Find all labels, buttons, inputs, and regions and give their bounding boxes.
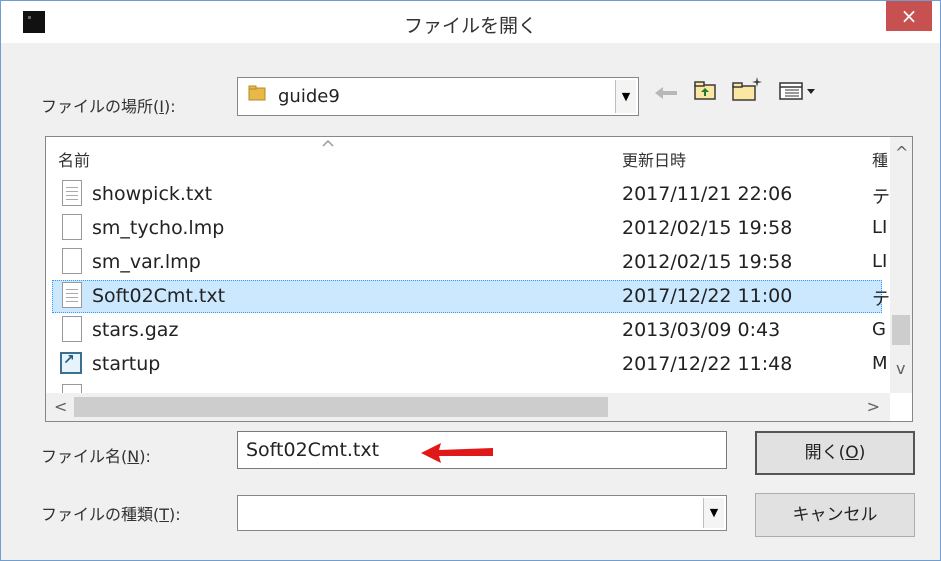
filename-label-end: ): <box>139 447 151 466</box>
filetype-label-end: ): <box>169 505 181 524</box>
location-label-text: ファイルの場所( <box>41 97 160 116</box>
file-modified: 2012/02/15 19:58 <box>622 217 793 239</box>
filename-label: ファイル名(N): <box>41 443 151 467</box>
file-row[interactable]: startup 2017/12/22 11:48 M <box>46 348 888 381</box>
file-icon <box>62 316 82 342</box>
file-row[interactable]: sm_tycho.lmp 2012/02/15 19:58 LI <box>46 212 888 245</box>
file-row-selected[interactable]: Soft02Cmt.txt 2017/12/22 11:00 テ <box>52 280 890 313</box>
file-type: M <box>872 353 888 374</box>
file-modified: 2013/03/09 0:43 <box>622 319 781 341</box>
location-value: guide9 <box>278 86 340 107</box>
file-type: テ <box>872 289 890 310</box>
file-modified: 2012/02/15 19:58 <box>622 251 793 273</box>
open-button-accel: O <box>845 443 859 463</box>
cancel-button[interactable]: キャンセル <box>755 493 915 537</box>
location-combobox[interactable]: guide9 ▼ <box>237 77 639 116</box>
file-name: startup <box>92 353 161 375</box>
scroll-right-button[interactable]: > <box>867 397 880 416</box>
filename-accel: N <box>127 447 140 466</box>
location-label-end: ): <box>163 97 176 116</box>
view-menu-icon[interactable] <box>779 81 821 101</box>
file-row[interactable]: stars.gaz 2013/03/09 0:43 G <box>46 314 886 347</box>
file-modified: 2017/11/21 22:06 <box>622 183 793 205</box>
open-button-label-end: ) <box>858 443 866 463</box>
text-file-icon <box>62 180 82 206</box>
text-file-icon <box>62 282 82 308</box>
file-type: LI <box>872 251 888 272</box>
folder-icon <box>248 85 266 101</box>
scroll-up-button[interactable]: ^ <box>895 143 908 162</box>
file-type: テ <box>872 187 890 208</box>
close-button[interactable]: × <box>886 1 932 31</box>
file-modified: 2017/12/22 11:00 <box>622 285 793 307</box>
annotation-arrow-icon <box>421 443 493 463</box>
open-button-label: 開く( <box>804 443 846 463</box>
dialog-title: ファイルを開く <box>403 15 537 37</box>
filetype-label-text: ファイルの種類( <box>41 505 160 524</box>
back-arrow-icon[interactable] <box>653 85 679 101</box>
open-button[interactable]: 開く(O) <box>755 431 915 475</box>
horizontal-scroll-thumb[interactable] <box>74 397 608 417</box>
up-folder-icon[interactable] <box>693 79 717 101</box>
filetype-accel: T <box>159 505 170 524</box>
file-name: stars.gaz <box>92 319 179 341</box>
location-dropdown-button[interactable]: ▼ <box>615 80 636 113</box>
horizontal-scrollbar[interactable]: < > <box>46 393 890 421</box>
vertical-scrollbar[interactable]: ^ v <box>890 137 912 393</box>
file-name: Soft02Cmt.txt <box>92 285 226 307</box>
column-header: 名前 更新日時 種 <box>46 137 912 177</box>
shortcut-icon <box>60 352 82 374</box>
open-file-dialog: ファイルを開く × ファイルの場所(I): guide9 ▼ 名前 更新日時 種… <box>0 0 941 561</box>
file-icon <box>62 248 82 274</box>
sort-ascending-icon <box>322 139 334 147</box>
file-name: sm_var.lmp <box>92 251 201 273</box>
file-type: LI <box>872 217 888 238</box>
file-icon <box>62 214 82 240</box>
file-list[interactable]: 名前 更新日時 種 showpick.txt 2017/11/21 22:06 … <box>45 136 913 422</box>
file-row[interactable]: sm_var.lmp 2012/02/15 19:58 LI <box>46 246 888 279</box>
file-row[interactable]: showpick.txt 2017/11/21 22:06 テ <box>46 178 890 211</box>
location-label: ファイルの場所(I): <box>41 93 176 117</box>
column-type[interactable]: 種 <box>872 147 888 171</box>
file-type: G <box>872 319 886 340</box>
file-modified: 2017/12/22 11:48 <box>622 353 793 375</box>
file-name: showpick.txt <box>92 183 213 205</box>
filetype-dropdown-button[interactable]: ▼ <box>703 498 724 528</box>
filetype-combobox[interactable]: ▼ <box>237 495 727 531</box>
file-name: sm_tycho.lmp <box>92 217 225 239</box>
title-bar: ファイルを開く × <box>1 1 940 43</box>
column-name[interactable]: 名前 <box>58 147 90 171</box>
scroll-down-button[interactable]: v <box>896 359 905 378</box>
filename-label-text: ファイル名( <box>41 447 128 466</box>
filetype-label: ファイルの種類(T): <box>41 501 181 525</box>
filename-value: Soft02Cmt.txt <box>246 439 380 461</box>
column-modified[interactable]: 更新日時 <box>622 147 686 171</box>
vertical-scroll-thumb[interactable] <box>892 315 910 345</box>
new-folder-icon[interactable] <box>731 75 765 103</box>
scroll-left-button[interactable]: < <box>54 397 67 416</box>
